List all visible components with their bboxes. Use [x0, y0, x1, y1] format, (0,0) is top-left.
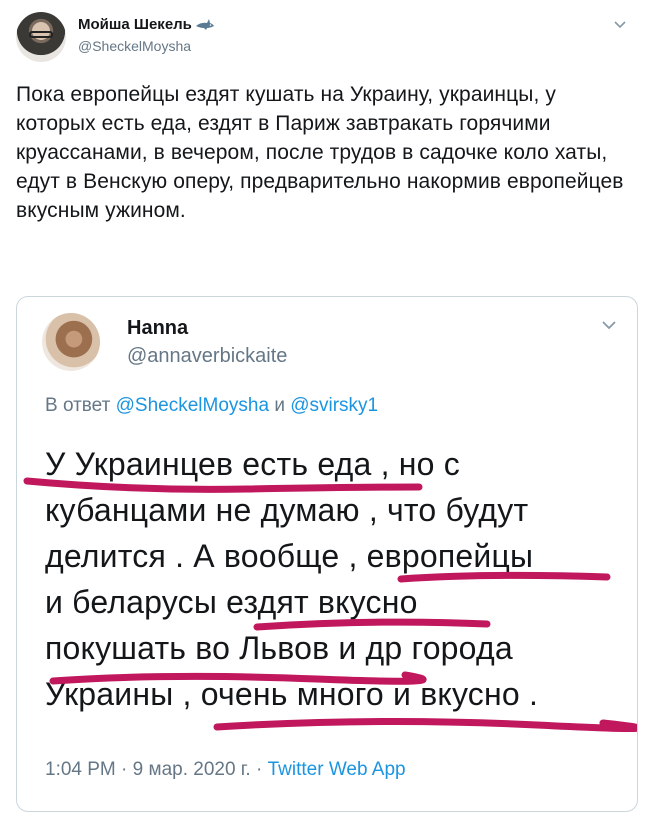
text-line: Украины , очень много и вкусно .	[45, 676, 539, 712]
meta-separator: ·	[255, 759, 263, 780]
tweet-text: Пока европейцы ездят кушать на Украину, …	[16, 83, 624, 222]
reply-prefix: В ответ	[45, 395, 111, 416]
reply-context: В ответ @SheckelMoysha и @svirsky1	[45, 395, 378, 417]
chevron-down-icon[interactable]	[612, 16, 628, 32]
text-line: У Украинцев есть еда , но с	[45, 446, 460, 482]
author-handle[interactable]: @SheckelMoysha	[78, 38, 191, 54]
author-name[interactable]: Мойша Шекель	[78, 16, 192, 33]
underline-mark	[213, 717, 637, 733]
chevron-down-icon[interactable]	[599, 315, 619, 335]
tweet-meta: 1:04 PM · 9 мар. 2020 г. · Twitter Web A…	[45, 759, 406, 781]
embedded-tweet-card[interactable]: Hanna @annaverbickaite В ответ @SheckelM…	[16, 296, 638, 812]
reply-conjunction: и	[274, 395, 285, 416]
embedded-tweet-text: У Украинцев есть еда , но с кубанцами не…	[45, 441, 625, 717]
meta-separator: ·	[121, 759, 128, 780]
text-line: и беларусы ездят вкусно	[45, 584, 418, 620]
embedded-author-handle[interactable]: @annaverbickaite	[127, 345, 287, 368]
shark-emoji-icon	[195, 18, 214, 30]
avatar[interactable]	[42, 313, 100, 371]
text-line: кубанцами не думаю , что будут	[45, 492, 529, 528]
tweet-date[interactable]: 9 мар. 2020 г.	[133, 759, 251, 780]
avatar[interactable]	[16, 12, 66, 62]
text-line: покушать во Львов и др города	[45, 630, 513, 666]
embedded-author-name[interactable]: Hanna	[127, 317, 188, 340]
author-name-row[interactable]: Мойша Шекель	[78, 16, 215, 33]
tweet-source-link[interactable]: Twitter Web App	[268, 759, 406, 780]
outer-tweet-header: Мойша Шекель @SheckelMoysha	[16, 8, 632, 64]
text-line: делится . А вообще , европейцы	[45, 538, 534, 574]
tweet-time[interactable]: 1:04 PM	[45, 759, 116, 780]
reply-mention-link[interactable]: @SheckelMoysha	[116, 395, 269, 416]
reply-mention-link[interactable]: @svirsky1	[290, 395, 378, 416]
